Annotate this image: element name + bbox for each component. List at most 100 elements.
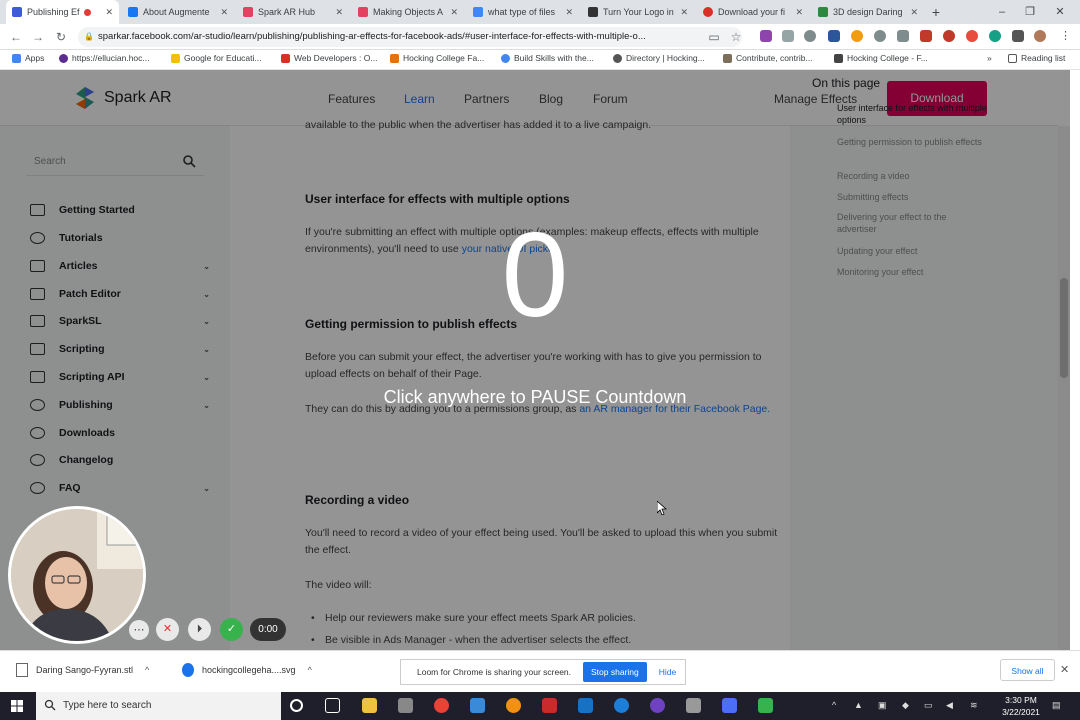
app-icon[interactable]	[686, 698, 701, 713]
address-bar[interactable]: sparkar.facebook.com/ar-studio/learn/pub…	[78, 27, 742, 47]
close-tab-icon[interactable]: ✕	[216, 7, 228, 18]
app-icon[interactable]	[614, 698, 629, 713]
apps-grid-icon	[12, 53, 21, 63]
close-downloads-icon[interactable]: ✕	[1060, 663, 1069, 676]
taskbar-search-input[interactable]: Type here to search	[36, 692, 281, 720]
cortana-icon[interactable]	[290, 699, 303, 712]
battery-icon[interactable]: ▭	[924, 700, 933, 711]
close-tab-icon[interactable]: ✕	[331, 7, 343, 18]
bookmark-web-dev[interactable]: Web Developers : O...	[281, 53, 377, 63]
tab-download[interactable]: Download your fi ✕	[697, 0, 809, 24]
chevron-up-icon[interactable]: ^	[308, 665, 312, 675]
tray-icon[interactable]: ◆	[902, 700, 909, 711]
github-icon[interactable]	[650, 698, 665, 713]
app-icon[interactable]	[470, 698, 485, 713]
grammarly-icon[interactable]	[989, 30, 1001, 42]
blender-icon[interactable]	[506, 698, 521, 713]
extensions-puzzle-icon[interactable]	[1012, 30, 1024, 42]
tab-about[interactable]: About Augmente ✕	[122, 0, 234, 24]
tab-publishing[interactable]: Publishing Ef ✕	[6, 0, 119, 24]
chevron-right-icon[interactable]: »	[987, 53, 992, 63]
windows-start-icon[interactable]	[11, 700, 23, 712]
bookmark-favicon-icon	[834, 53, 843, 63]
browser-menu-icon[interactable]: ⋮	[1060, 29, 1071, 42]
back-button[interactable]: ←	[8, 29, 24, 45]
extension-icon[interactable]	[782, 30, 794, 42]
close-tab-icon[interactable]: ✕	[446, 7, 458, 18]
reload-button[interactable]: ↻	[53, 29, 69, 45]
tray-icon[interactable]: ▲	[854, 700, 863, 710]
notifications-icon[interactable]: ▤	[1052, 700, 1061, 711]
tab-spark-hub[interactable]: Spark AR Hub ✕	[237, 0, 349, 24]
task-view-icon[interactable]	[325, 698, 340, 713]
close-tab-icon[interactable]: ✕	[791, 7, 803, 18]
bookmark-ellucian[interactable]: https://ellucian.hoc...	[59, 53, 150, 63]
close-tab-icon[interactable]: ✕	[561, 7, 573, 18]
taskbar-clock[interactable]: 3:30 PM 3/22/2021	[996, 694, 1046, 718]
app-icon[interactable]	[542, 698, 557, 713]
extension-icon[interactable]	[804, 30, 816, 42]
more-options-button[interactable]: ⋯	[129, 620, 149, 640]
wifi-icon[interactable]: ≋	[970, 700, 978, 711]
extension-icon[interactable]	[874, 30, 886, 42]
bookmark-directory[interactable]: Directory | Hocking...	[613, 53, 705, 63]
screen-cast-icon[interactable]: ▭	[706, 29, 722, 45]
bookmark-build-skills[interactable]: Build Skills with the...	[501, 53, 594, 63]
tab-making-objects[interactable]: Making Objects A ✕	[352, 0, 464, 24]
cancel-recording-button[interactable]: ✕	[156, 618, 179, 641]
bookmark-contribute[interactable]: Contribute, contrib...	[723, 53, 813, 63]
downloads-bar: Daring Sango-Fyyran.stl ^ hockingcollege…	[0, 650, 1080, 692]
show-all-downloads-button[interactable]: Show all	[1000, 659, 1055, 681]
close-tab-icon[interactable]: ✕	[676, 7, 688, 18]
extension-icon[interactable]	[920, 30, 932, 42]
lock-icon[interactable]: 🔒	[84, 32, 94, 41]
pause-recording-button[interactable]: ⏵	[188, 618, 211, 641]
hide-notice-button[interactable]: Hide	[659, 667, 676, 677]
spark-ar-favicon-icon	[358, 7, 368, 17]
bookmark-favicon-icon	[723, 53, 732, 63]
webcam-bubble[interactable]	[8, 506, 146, 644]
app-icon[interactable]	[758, 698, 773, 713]
extension-icon[interactable]	[851, 30, 863, 42]
download-item[interactable]: hockingcollegeha....svg ^	[182, 663, 312, 677]
app-icon[interactable]	[398, 698, 413, 713]
minimize-button[interactable]: –	[988, 0, 1016, 24]
countdown-overlay[interactable]	[0, 70, 1070, 650]
forward-button[interactable]: →	[30, 29, 46, 45]
file-icon	[16, 663, 28, 677]
extension-icon[interactable]	[760, 30, 772, 42]
tray-icon[interactable]: ▣	[878, 700, 887, 711]
tab-3d-design[interactable]: 3D design Daring ✕	[812, 0, 924, 24]
tab-turn-logo[interactable]: Turn Your Logo in ✕	[582, 0, 694, 24]
spark-ar-studio-icon[interactable]	[722, 698, 737, 713]
bookmark-hocking-f[interactable]: Hocking College - F...	[834, 53, 928, 63]
chrome-icon[interactable]	[434, 698, 449, 713]
finish-recording-button[interactable]: ✓	[220, 618, 243, 641]
close-tab-icon[interactable]: ✕	[906, 7, 918, 18]
globe-icon	[613, 53, 622, 63]
bookmark-apps[interactable]: Apps	[12, 53, 44, 63]
chevron-up-icon[interactable]: ^	[832, 700, 836, 710]
word-extension-icon[interactable]	[828, 30, 840, 42]
site-favicon-icon	[588, 7, 598, 17]
extension-icon[interactable]	[966, 30, 978, 42]
reading-list[interactable]: Reading list	[1008, 53, 1065, 63]
maximize-button[interactable]: ❐	[1016, 0, 1044, 24]
tab-google-search[interactable]: what type of files ✕	[467, 0, 579, 24]
new-tab-button[interactable]: +	[928, 4, 944, 20]
volume-icon[interactable]: ◀	[946, 700, 953, 711]
screen-share-notice: Loom for Chrome is sharing your screen. …	[400, 659, 686, 685]
chevron-up-icon[interactable]: ^	[145, 665, 149, 675]
bookmark-hocking-fa[interactable]: Hocking College Fa...	[390, 53, 484, 63]
profile-avatar[interactable]	[1034, 30, 1046, 42]
stop-sharing-button[interactable]: Stop sharing	[583, 662, 647, 682]
close-window-button[interactable]: ✕	[1046, 0, 1074, 24]
file-explorer-icon[interactable]	[362, 698, 377, 713]
bookmark-star-icon[interactable]: ☆	[728, 29, 744, 45]
download-item[interactable]: Daring Sango-Fyyran.stl ^	[16, 663, 149, 677]
extension-icon[interactable]	[943, 30, 955, 42]
close-tab-icon[interactable]: ✕	[101, 7, 113, 18]
app-icon[interactable]	[578, 698, 593, 713]
extension-icon[interactable]	[897, 30, 909, 42]
bookmark-google-edu[interactable]: Google for Educati...	[171, 53, 262, 63]
